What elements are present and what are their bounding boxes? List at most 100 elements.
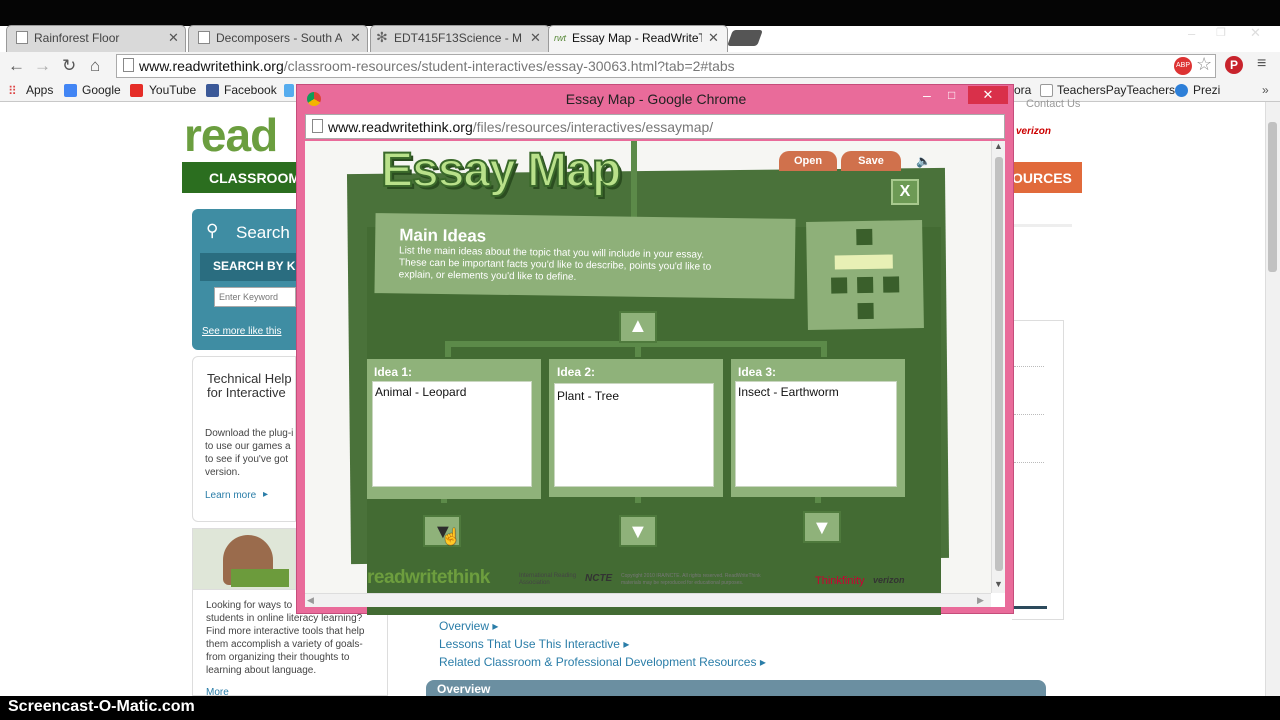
bookmark-teacherspayteachers[interactable]: TeachersPayTeachers [1057,83,1175,97]
star-icon[interactable]: ☆ [1196,54,1212,75]
diagram-node [857,302,874,320]
popup-address-bar[interactable]: www.readwritethink.org/files/resources/i… [305,114,1005,139]
essay-map-app: Essay Map Open Save 🔈 X Main Ideas List … [305,141,1005,615]
close-map-button[interactable]: X [891,179,919,205]
more-bookmarks-icon[interactable]: » [1262,83,1269,97]
page-scroll-thumb[interactable] [1268,122,1277,272]
diagram-row [834,254,893,270]
popup-close-button[interactable]: ✕ [968,86,1008,104]
speaker-icon[interactable]: 🔈 [916,154,931,168]
page-icon [312,119,323,133]
student-shirt [231,569,289,587]
promo-text-1: Looking for ways to [206,600,293,611]
idea-3-label: Idea 3: [738,365,777,379]
chevron-right-icon: ▸ [263,489,269,500]
twitter-icon [284,84,294,97]
up-arrow-button[interactable]: ▲ [619,311,657,343]
bookmark-youtube[interactable]: YouTube [149,83,196,97]
idea-card-3: Idea 3: Insect - Earthworm [731,359,905,497]
nav-classroom[interactable]: CLASSROOM [182,162,302,193]
menu-icon[interactable]: ≡ [1257,55,1266,73]
main-ideas-card: Main Ideas List the main ideas about the… [374,213,796,299]
site-logo[interactable]: read [184,108,278,162]
keyword-placeholder: Enter Keyword [219,292,279,302]
popup-scroll-thumb[interactable] [995,157,1003,571]
facebook-icon [206,84,219,97]
scroll-right-icon[interactable]: ▶ [977,595,984,606]
tab-close-icon[interactable]: ✕ [168,30,179,46]
scroll-down-icon[interactable]: ▼ [994,579,1003,589]
popup-minimize-icon[interactable]: – [923,87,931,103]
bookmark-facebook[interactable]: Facebook [224,83,277,97]
tab-title: Rainforest Floor [34,31,120,45]
abp-icon[interactable]: ABP [1174,57,1192,75]
popup-vertical-scrollbar[interactable]: ▲ ▼ [991,141,1005,593]
minimize-icon[interactable]: – [1188,26,1195,41]
restore-icon[interactable]: ❐ [1216,26,1226,39]
down-arrow-button-1[interactable]: ▼ ☝ [423,515,461,547]
screencast-watermark: Screencast-O-Matic.com [8,698,195,715]
scroll-up-icon[interactable]: ▲ [994,141,1003,151]
promo-photo [192,528,296,590]
idea-2-input[interactable]: Plant - Tree [554,383,714,487]
pinwheel-icon: ✻ [376,29,388,45]
dotted-divider [1014,366,1044,367]
down-arrow-button-3[interactable]: ▼ [803,511,841,543]
dotted-divider [1014,462,1044,463]
bookmark-prezi[interactable]: Prezi [1193,83,1220,97]
youtube-icon [130,84,143,97]
idea-3-input[interactable]: Insect - Earthworm [735,381,897,487]
tech-help-body-3: to see if you've got [205,454,289,465]
scroll-left-icon[interactable]: ◀ [307,595,314,606]
page-icon [123,58,134,72]
screencast-banner: Screencast-O-Matic.com [0,696,1280,720]
keyword-input[interactable]: Enter Keyword [214,287,296,307]
verizon-foundation-logo: verizon [1016,126,1052,137]
overview-link[interactable]: Overview ▸ [439,619,498,633]
search-panel: ⚲ Search SEARCH BY KE Enter Keyword See … [192,209,303,350]
see-more-link[interactable]: See more like this [202,326,281,337]
back-icon[interactable]: ← [8,56,25,76]
popup-maximize-icon[interactable]: □ [948,88,955,102]
lessons-link[interactable]: Lessons That Use This Interactive ▸ [439,637,629,651]
promo-text-5: from organizing their thoughts to [206,652,350,663]
tab-close-icon[interactable]: ✕ [350,30,361,46]
bookmark-ora[interactable]: ora [1014,83,1031,97]
idea-2-label: Idea 2: [557,365,596,379]
new-tab-button[interactable] [727,30,763,46]
forward-icon[interactable]: → [34,56,51,76]
tech-help-body-2: to use our games a [205,441,291,452]
tab-title: Decomposers - South Am [216,31,342,45]
bookmark-apps[interactable]: Apps [26,83,53,97]
close-window-icon[interactable]: ✕ [1250,25,1261,41]
open-button[interactable]: Open [779,151,837,171]
pinterest-icon[interactable]: P [1225,56,1243,74]
tab-close-icon[interactable]: ✕ [530,30,541,46]
arrow-down-icon: ▼ [812,517,832,539]
promo-text-3: Find more interactive tools that help [206,626,365,637]
address-bar[interactable]: www.readwritethink.org/classroom-resourc… [116,54,1216,78]
down-arrow-button-2[interactable]: ▼ [619,515,657,547]
footer-readwritethink-logo: readwritethink [367,567,490,588]
rwt-favicon-icon: rwt [554,33,566,43]
diagram-node [856,228,873,246]
arrow-up-icon: ▲ [628,315,648,337]
google-icon [64,84,77,97]
contact-link[interactable]: Contact Us [1026,98,1080,110]
tab-close-icon[interactable]: ✕ [708,30,719,46]
idea-1-input[interactable]: Animal - Leopard [372,381,532,487]
idea-1-label: Idea 1: [374,365,413,379]
related-resources-link[interactable]: Related Classroom & Professional Develop… [439,655,766,669]
nav-resources[interactable]: OURCES [1012,162,1082,193]
popup-horizontal-scrollbar[interactable]: ◀ ▶ [305,593,991,607]
bookmark-google[interactable]: Google [82,83,121,97]
popup-window: Essay Map - Google Chrome – □ ✕ www.read… [296,84,1014,615]
learn-more-link[interactable]: Learn more [205,490,256,501]
home-icon[interactable]: ⌂ [90,56,100,76]
save-button[interactable]: Save [841,151,901,171]
window-controls: – ❐ ✕ [1184,25,1280,44]
magnifier-icon: ⚲ [206,221,219,240]
reload-icon[interactable]: ↻ [62,56,76,76]
main-ideas-text-3: explain, or elements you'd like to defin… [398,269,577,283]
footer-thinkfinity-logo: Thinkfinity [815,575,865,587]
